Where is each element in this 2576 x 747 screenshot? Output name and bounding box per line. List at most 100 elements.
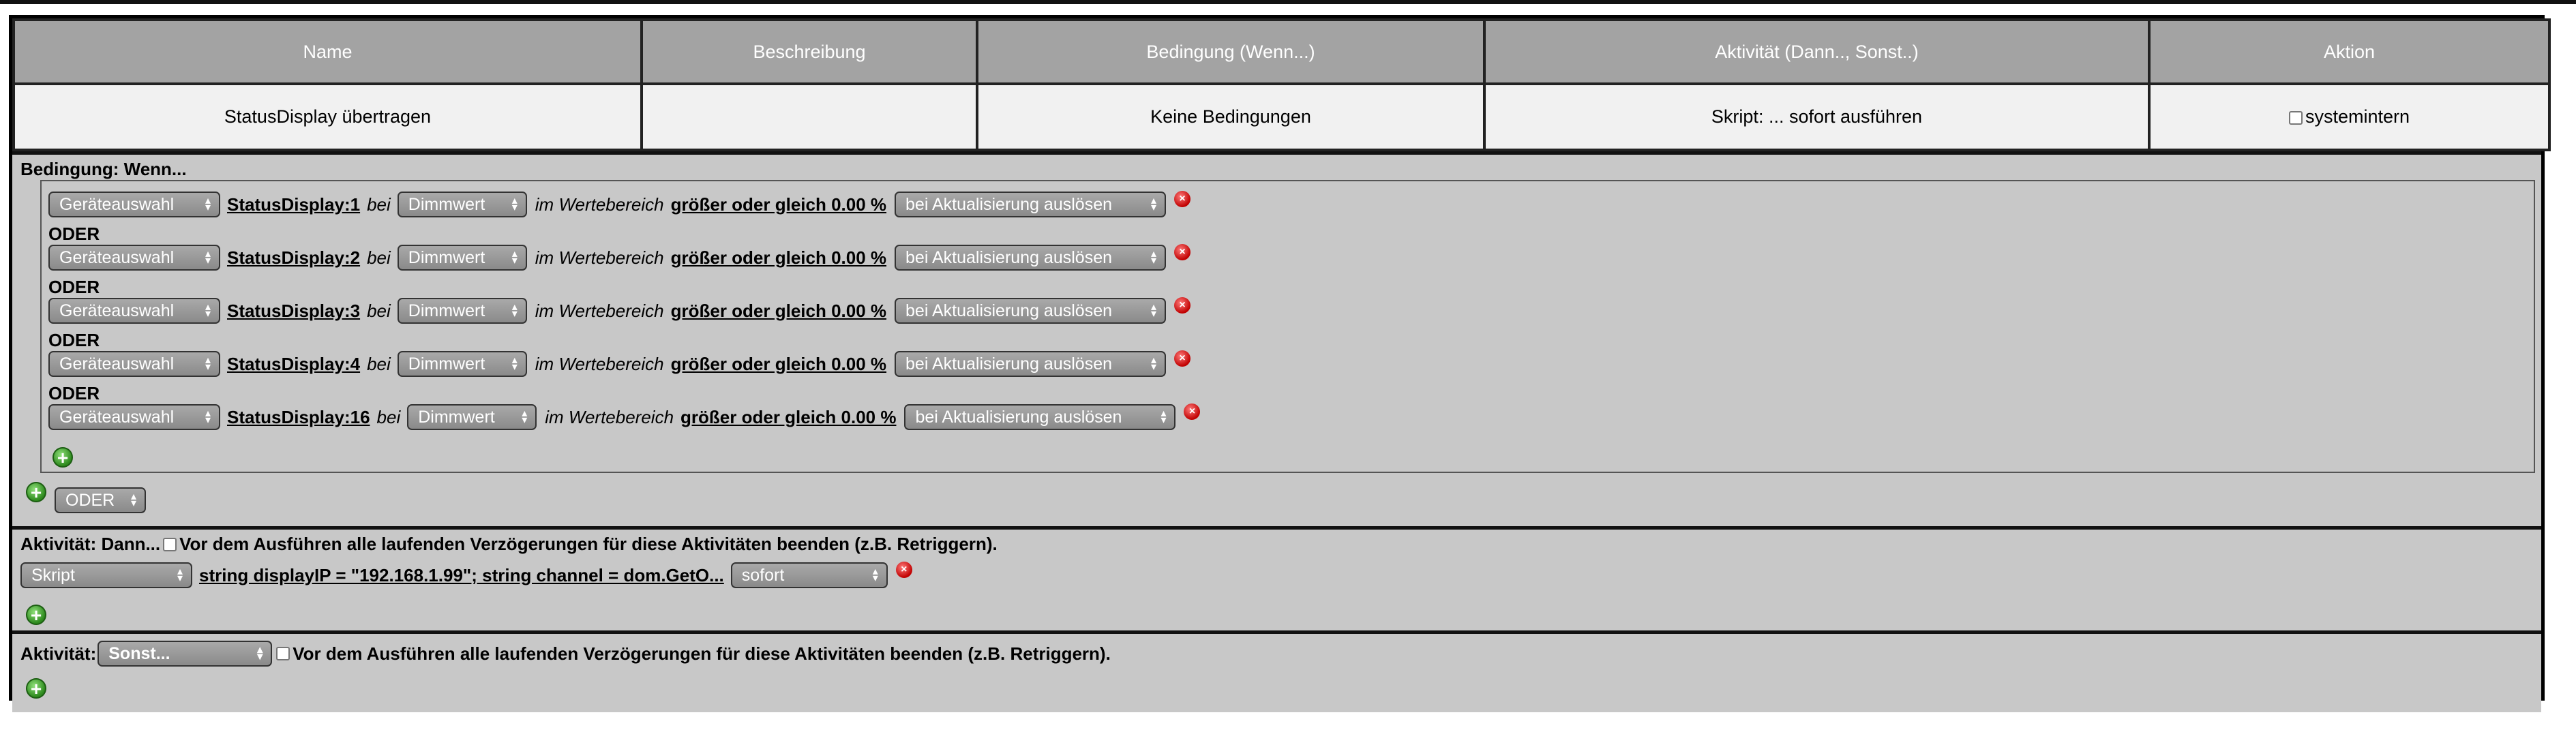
condition-link[interactable]: größer oder gleich 0.00 % — [671, 301, 886, 322]
else-retrigger-label: Vor dem Ausführen alle laufenden Verzöge… — [293, 643, 1111, 664]
column-header-bedingung: Bedingung (Wenn...) — [976, 18, 1486, 85]
trigger-select-value: bei Aktualisierung auslösen — [915, 407, 1122, 427]
bei-label: bei — [367, 247, 391, 268]
device-select-value: Geräteauswahl — [59, 247, 175, 267]
column-header-aktion: Aktion — [2148, 18, 2551, 85]
value-select[interactable]: Dimmwert ▴ ▾ — [407, 404, 537, 430]
timing-value: sofort — [741, 565, 785, 585]
select-arrows-icon: ▴ ▾ — [205, 354, 211, 373]
condition-group: Geräteauswahl ▴ ▾ StatusDisplay:1 bei Dim… — [40, 180, 2535, 473]
add-condition-group-icon[interactable]: + — [26, 482, 46, 502]
condition-link[interactable]: größer oder gleich 0.00 % — [680, 407, 896, 428]
device-link[interactable]: StatusDisplay:16 — [227, 407, 370, 428]
column-header-aktivitaet: Aktivität (Dann.., Sonst..) — [1483, 18, 2151, 85]
activity-type-select[interactable]: Skript ▴ ▾ — [20, 562, 192, 588]
activity-type-value: Skript — [31, 565, 75, 585]
column-header-name: Name — [12, 18, 643, 85]
program-description[interactable] — [640, 82, 978, 151]
delete-icon[interactable]: × — [1184, 403, 1201, 420]
top-border — [0, 0, 2576, 4]
select-arrows-icon: ▴ ▾ — [1151, 301, 1157, 320]
condition-link[interactable]: größer oder gleich 0.00 % — [671, 194, 886, 215]
program-name[interactable]: StatusDisplay übertragen — [12, 82, 643, 151]
program-editor: Name Beschreibung Bedingung (Wenn...) Ak… — [9, 15, 2551, 712]
then-title: Aktivität: Dann... — [20, 534, 161, 554]
value-select[interactable]: Dimmwert ▴ ▾ — [397, 245, 527, 271]
else-type-select[interactable]: Sonst... ▴ ▾ — [98, 641, 273, 667]
trigger-select[interactable]: bei Aktualisierung auslösen ▴ ▾ — [904, 404, 1176, 430]
action-cell: systemintern — [2148, 82, 2551, 151]
select-arrows-icon: ▴ ▾ — [130, 491, 136, 509]
select-arrows-icon: ▴ ▾ — [257, 644, 263, 662]
else-type-value: Sonst... — [108, 643, 170, 663]
add-else-activity-icon[interactable]: + — [26, 678, 46, 699]
timing-select[interactable]: sofort ▴ ▾ — [730, 562, 888, 588]
then-activity-row: Skript ▴ ▾ string displayIP = "192.168.1.… — [20, 562, 912, 588]
trigger-select-value: bei Aktualisierung auslösen — [905, 247, 1113, 267]
or-label: ODER — [48, 330, 100, 350]
delete-icon[interactable]: × — [1174, 350, 1191, 367]
bei-label: bei — [367, 353, 391, 374]
condition-link[interactable]: größer oder gleich 0.00 % — [671, 354, 886, 375]
else-retrigger-checkbox[interactable] — [276, 647, 290, 660]
trigger-select[interactable]: bei Aktualisierung auslösen ▴ ▾ — [895, 192, 1167, 217]
range-label: im Wertebereich — [535, 300, 664, 321]
device-link[interactable]: StatusDisplay:3 — [227, 301, 360, 322]
device-select[interactable]: Geräteauswahl ▴ ▾ — [48, 192, 220, 217]
add-activity-icon[interactable]: + — [26, 605, 46, 625]
select-arrows-icon: ▴ ▾ — [205, 301, 211, 320]
table-header-row: Name Beschreibung Bedingung (Wenn...) Ak… — [12, 18, 2551, 85]
value-select-value: Dimmwert — [408, 354, 485, 374]
condition-title: Bedingung: Wenn... — [20, 159, 187, 179]
else-title: Aktivität: — [20, 643, 97, 664]
device-link[interactable]: StatusDisplay:4 — [227, 354, 360, 375]
or-label: ODER — [48, 277, 100, 297]
trigger-select[interactable]: bei Aktualisierung auslösen ▴ ▾ — [895, 298, 1167, 324]
trigger-select[interactable]: bei Aktualisierung auslösen ▴ ▾ — [895, 351, 1167, 377]
or-label: ODER — [48, 224, 100, 244]
bei-label: bei — [367, 194, 391, 215]
value-select[interactable]: Dimmwert ▴ ▾ — [397, 298, 527, 324]
value-select-value: Dimmwert — [408, 194, 485, 214]
column-header-beschreibung: Beschreibung — [640, 18, 978, 85]
combiner-select-value: ODER — [65, 490, 115, 510]
device-select-value: Geräteauswahl — [59, 301, 175, 320]
select-arrows-icon: ▴ ▾ — [511, 248, 518, 266]
systemintern-checkbox[interactable] — [2288, 110, 2303, 125]
device-select[interactable]: Geräteauswahl ▴ ▾ — [48, 298, 220, 324]
select-arrows-icon: ▴ ▾ — [522, 408, 528, 426]
device-link[interactable]: StatusDisplay:1 — [227, 194, 360, 215]
then-section: Aktivität: Dann... Vor dem Ausführen all… — [12, 526, 2541, 630]
select-arrows-icon: ▴ ▾ — [1151, 248, 1157, 266]
delete-icon[interactable]: × — [895, 562, 912, 578]
delete-icon[interactable]: × — [1174, 297, 1191, 314]
table-row: StatusDisplay übertragen Keine Bedingung… — [12, 82, 2551, 151]
range-label: im Wertebereich — [545, 406, 674, 427]
select-arrows-icon: ▴ ▾ — [1151, 195, 1157, 213]
bei-label: bei — [376, 406, 401, 427]
device-select[interactable]: Geräteauswahl ▴ ▾ — [48, 351, 220, 377]
value-select[interactable]: Dimmwert ▴ ▾ — [397, 351, 527, 377]
bei-label: bei — [367, 300, 391, 321]
condition-link[interactable]: größer oder gleich 0.00 % — [671, 247, 886, 269]
device-select[interactable]: Geräteauswahl ▴ ▾ — [48, 245, 220, 271]
delete-icon[interactable]: × — [1174, 191, 1191, 207]
select-arrows-icon: ▴ ▾ — [205, 195, 211, 213]
device-select-value: Geräteauswahl — [59, 407, 175, 427]
then-retrigger-checkbox[interactable] — [163, 537, 177, 551]
else-header: Aktivität: Sonst... ▴ ▾ Vor dem Ausführen… — [20, 641, 1111, 667]
select-arrows-icon: ▴ ▾ — [511, 301, 518, 320]
select-arrows-icon: ▴ ▾ — [511, 354, 518, 373]
or-label: ODER — [48, 383, 100, 403]
value-select[interactable]: Dimmwert ▴ ▾ — [397, 192, 527, 217]
script-link[interactable]: string displayIP = "192.168.1.99"; strin… — [199, 565, 724, 586]
condition-combiner-select[interactable]: ODER ▴ ▾ — [55, 487, 146, 513]
range-label: im Wertebereich — [535, 353, 664, 374]
device-link[interactable]: StatusDisplay:2 — [227, 247, 360, 269]
device-select[interactable]: Geräteauswahl ▴ ▾ — [48, 404, 220, 430]
device-select-value: Geräteauswahl — [59, 354, 175, 374]
trigger-select[interactable]: bei Aktualisierung auslösen ▴ ▾ — [895, 245, 1167, 271]
add-condition-icon[interactable]: + — [53, 447, 73, 468]
value-select-value: Dimmwert — [418, 407, 495, 427]
delete-icon[interactable]: × — [1174, 244, 1191, 260]
